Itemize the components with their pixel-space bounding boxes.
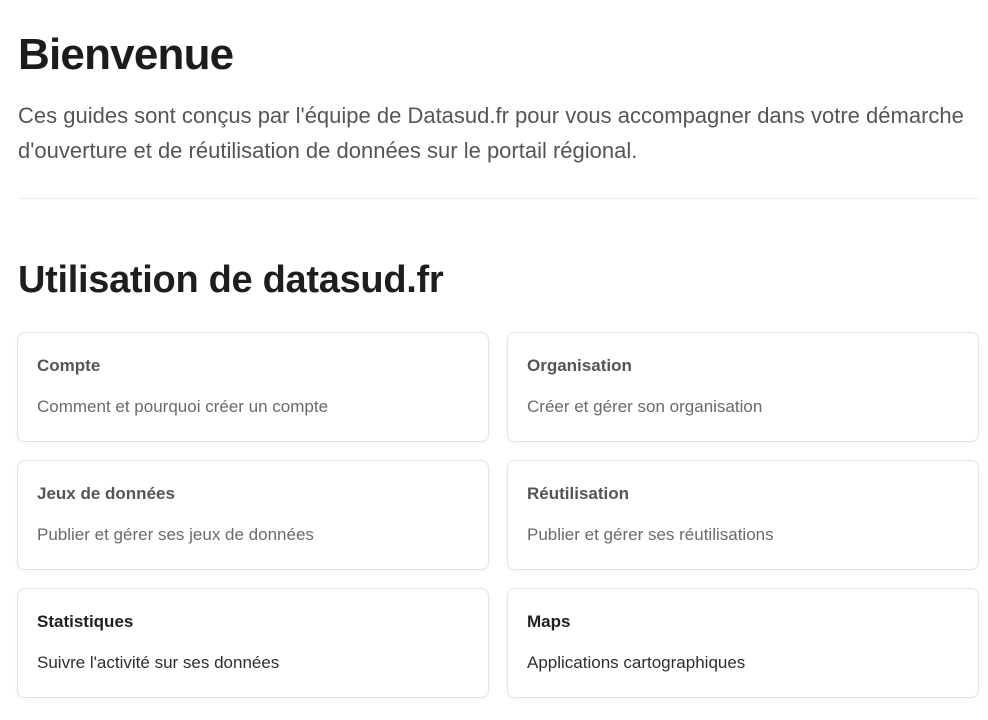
card-description: Applications cartographiques xyxy=(527,653,746,672)
guide-cards-grid: Compte Comment et pourquoi créer un comp… xyxy=(17,332,979,698)
card-organisation[interactable]: Organisation Créer et gérer son organisa… xyxy=(507,332,979,442)
card-reutilisation[interactable]: Réutilisation Publier et gérer ses réuti… xyxy=(507,460,979,570)
card-jeux-de-donnees[interactable]: Jeux de données Publier et gérer ses jeu… xyxy=(17,460,489,570)
page-title: Bienvenue xyxy=(18,30,234,79)
card-statistiques[interactable]: Statistiques Suivre l'activité sur ses d… xyxy=(17,588,489,698)
section-title: Utilisation de datasud.fr xyxy=(18,259,444,301)
card-title: Réutilisation xyxy=(527,484,630,503)
card-title: Jeux de données xyxy=(37,484,175,503)
card-description: Créer et gérer son organisation xyxy=(527,397,763,416)
card-compte[interactable]: Compte Comment et pourquoi créer un comp… xyxy=(17,332,489,442)
card-maps[interactable]: Maps Applications cartographiques xyxy=(507,588,979,698)
card-description: Publier et gérer ses réutilisations xyxy=(527,525,774,544)
card-title: Compte xyxy=(37,356,101,375)
divider xyxy=(18,198,978,199)
card-title: Statistiques xyxy=(37,612,134,631)
page: Bienvenue Ces guides sont conçus par l'é… xyxy=(0,0,988,720)
card-title: Organisation xyxy=(527,356,632,375)
card-description: Suivre l'activité sur ses données xyxy=(37,653,280,672)
card-description: Publier et gérer ses jeux de données xyxy=(37,525,314,544)
card-title: Maps xyxy=(527,612,571,631)
card-description: Comment et pourquoi créer un compte xyxy=(37,397,329,416)
intro-text: Ces guides sont conçus par l'équipe de D… xyxy=(18,103,964,163)
